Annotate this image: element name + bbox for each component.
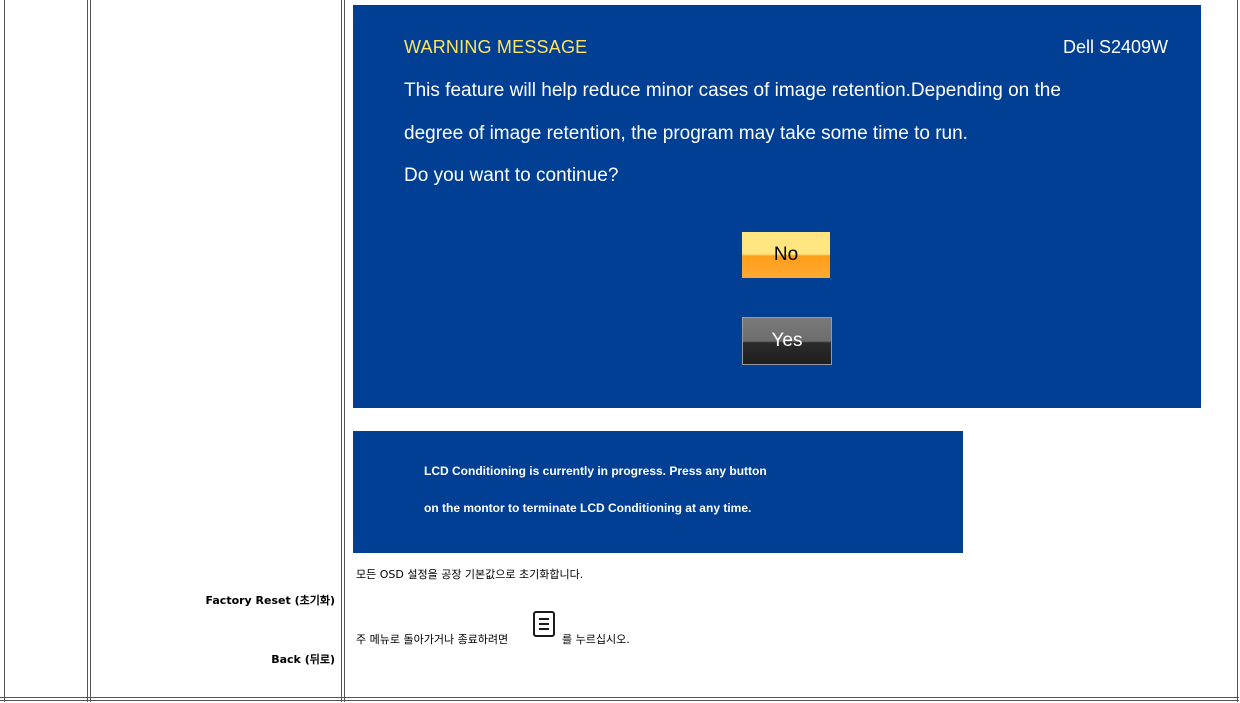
lcd-banner-line-1: LCD Conditioning is currently in progres…: [424, 464, 767, 478]
table-border-right: [1237, 0, 1238, 702]
osd-model-name: Dell S2409W: [1062, 37, 1168, 57]
lcd-banner-line-2: on the montor to terminate LCD Condition…: [424, 501, 752, 515]
back-description-end: 를 누르십시오.: [562, 633, 630, 646]
back-label: Back (뒤로): [271, 653, 335, 666]
factory-reset-description: 모든 OSD 설정을 공장 기본값으로 초기화합니다.: [356, 568, 584, 581]
table-column-divider: [87, 0, 91, 702]
table-border-bottom: [0, 697, 1239, 701]
lcd-conditioning-banner: LCD Conditioning is currently in progres…: [353, 431, 963, 553]
table-border-left: [4, 0, 5, 702]
no-button[interactable]: No: [742, 232, 830, 278]
yes-button[interactable]: Yes: [742, 317, 832, 365]
osd-warning-dialog: WARNING MESSAGE Dell S2409W This feature…: [353, 5, 1201, 408]
osd-warning-line-1: This feature will help reduce minor case…: [404, 80, 1061, 101]
back-description-start: 주 메뉴로 돌아가거나 종료하려면: [356, 633, 509, 646]
osd-warning-line-3: Do you want to continue?: [404, 165, 619, 186]
table-column-divider: [341, 0, 345, 702]
osd-warning-line-2: degree of image retention, the program m…: [404, 123, 968, 144]
factory-reset-label: Factory Reset (초기화): [205, 594, 336, 607]
menu-button-icon: [533, 611, 555, 637]
osd-warning-title: WARNING MESSAGE: [404, 37, 588, 57]
